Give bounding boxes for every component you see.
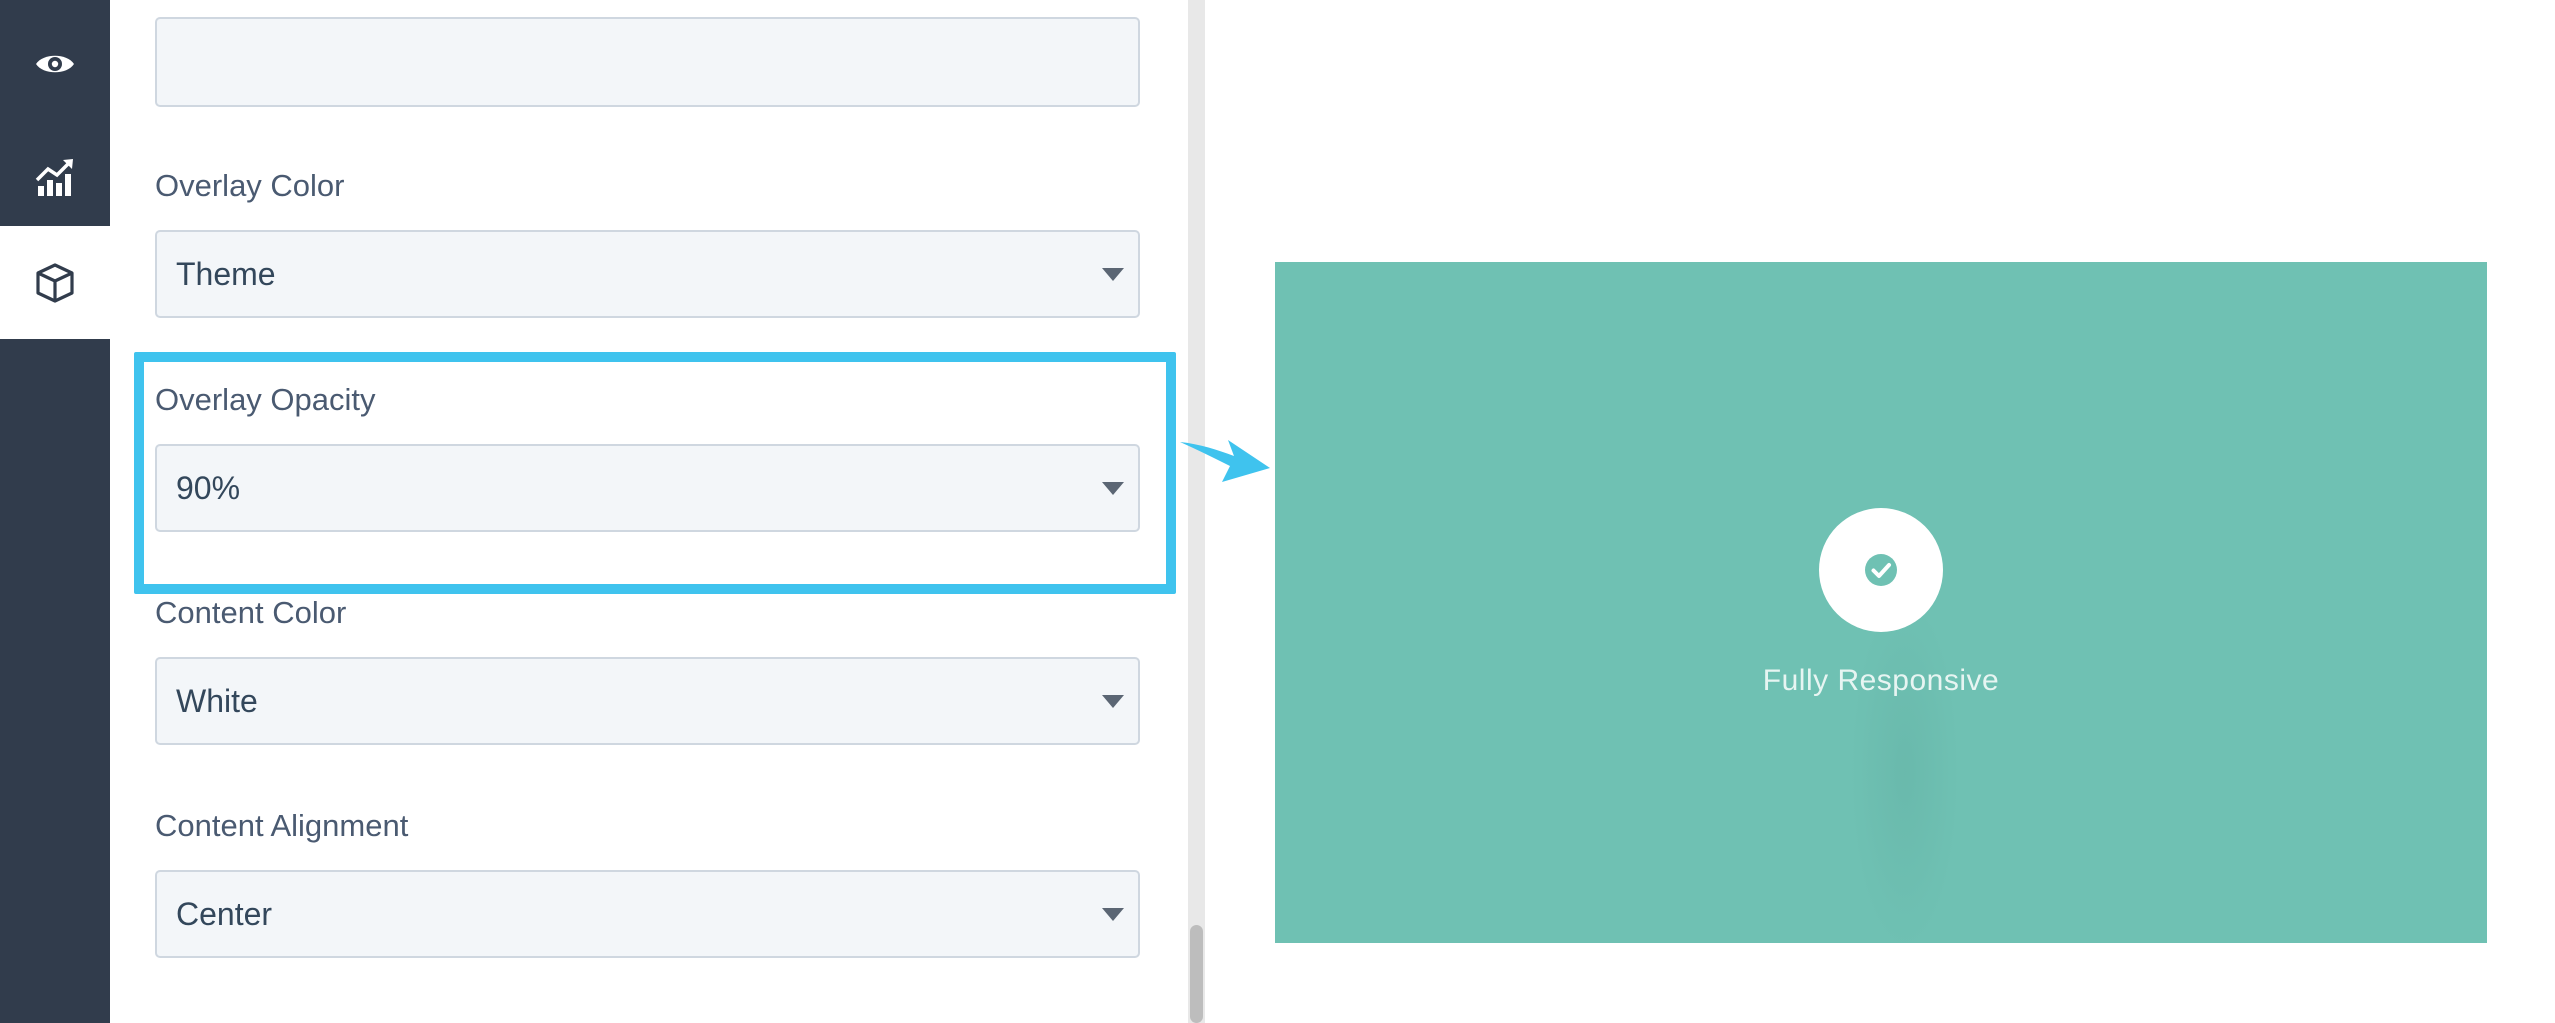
settings-panel: Overlay Color Theme Overlay Opacity 90% … [110,0,1188,1023]
content-color-select[interactable]: White [155,657,1140,745]
cube-icon [36,262,74,303]
preview-title: Fully Responsive [1762,664,2000,697]
panel-scrollbar[interactable] [1188,0,1205,1023]
scrollbar-thumb[interactable] [1190,925,1203,1023]
nav-item-modules[interactable] [0,226,110,339]
chart-icon [35,158,73,196]
chevron-down-icon [1102,268,1124,281]
eye-icon [36,55,74,72]
overlay-color-select[interactable]: Theme [155,230,1140,318]
chevron-down-icon [1102,695,1124,708]
background-figure [1850,592,1960,943]
chevron-down-icon [1102,908,1124,921]
content-alignment-label: Content Alignment [155,808,409,843]
overlay-color-value: Theme [176,256,276,292]
sidebar-nav [0,0,110,1023]
nav-item-analytics[interactable] [0,120,110,233]
nav-item-preview[interactable] [0,7,110,120]
content-alignment-select[interactable]: Center [155,870,1140,958]
preview-card: Fully Responsive [1275,262,2487,943]
check-circle [1819,508,1943,632]
content-alignment-value: Center [176,896,273,932]
content-color-label: Content Color [155,595,347,630]
top-input-field[interactable] [155,17,1140,107]
highlight-frame [134,352,1176,594]
content-color-value: White [176,683,258,719]
check-circle-icon [1865,554,1897,586]
app-root: Overlay Color Theme Overlay Opacity 90% … [0,0,2555,1023]
pointer-arrow-icon [1180,440,1270,482]
overlay-color-label: Overlay Color [155,168,345,203]
